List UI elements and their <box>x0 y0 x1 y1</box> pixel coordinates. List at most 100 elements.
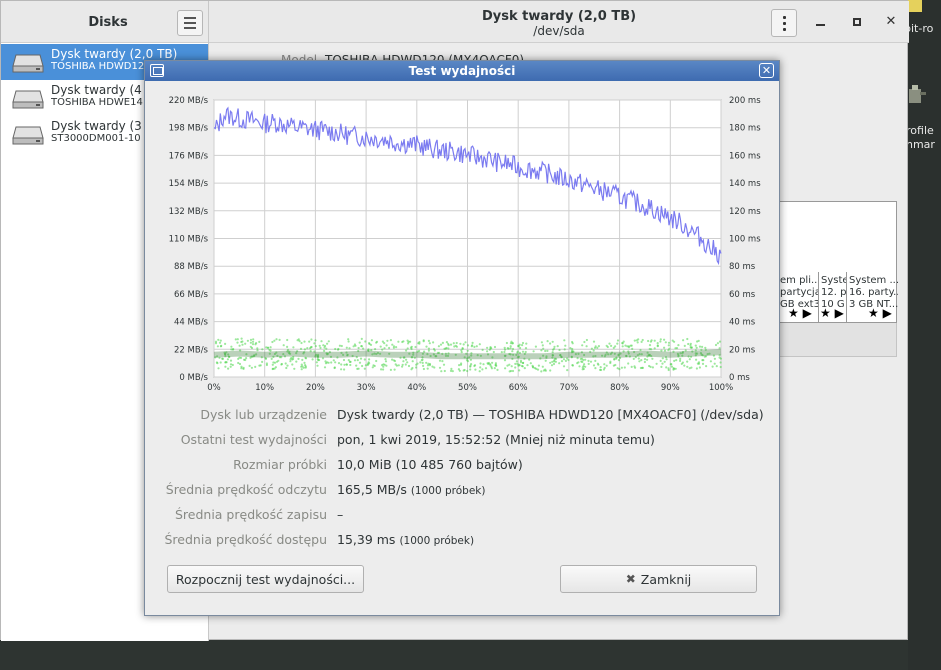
access-time-point <box>273 367 276 370</box>
access-time-point <box>503 359 507 362</box>
info-value-text: – <box>337 507 344 522</box>
y-right-tick-label: 80 ms <box>729 262 756 272</box>
access-time-point <box>491 361 494 364</box>
access-time-point <box>226 358 229 361</box>
dot-icon <box>782 15 786 19</box>
volume-state-icons: ★ ▶ <box>820 306 844 320</box>
close-dialog-button[interactable]: ✖ Zamknij <box>560 565 757 593</box>
start-benchmark-button[interactable]: Rozpocznij test wydajności... <box>167 565 364 593</box>
volume-line: partycja <box>780 287 818 298</box>
access-time-point <box>360 337 363 340</box>
access-time-point <box>562 365 566 368</box>
access-time-point <box>432 341 435 344</box>
access-time-point <box>616 342 619 345</box>
access-time-point <box>523 367 526 370</box>
access-time-point <box>381 348 384 351</box>
access-time-point <box>300 363 303 366</box>
access-time-point <box>558 362 561 365</box>
access-time-point <box>466 349 469 352</box>
access-time-point <box>718 340 722 343</box>
access-time-point <box>285 366 288 370</box>
access-time-point <box>667 341 671 344</box>
access-time-point <box>511 369 515 373</box>
access-time-point <box>541 365 544 368</box>
maximize-button[interactable] <box>850 15 864 29</box>
access-time-point <box>343 368 346 371</box>
access-time-point <box>224 361 227 364</box>
x-tick-label: 10% <box>255 383 274 393</box>
minimize-button[interactable] <box>813 15 827 29</box>
access-time-point <box>270 357 273 360</box>
access-time-point <box>345 346 348 349</box>
access-time-point <box>224 365 227 368</box>
access-time-point <box>493 367 496 370</box>
access-time-point <box>478 370 481 373</box>
access-time-point <box>627 346 631 349</box>
access-time-point <box>340 363 343 366</box>
access-time-point <box>324 344 327 348</box>
info-value: – <box>337 507 343 522</box>
access-time-point <box>246 339 249 342</box>
access-time-point <box>466 344 470 347</box>
y-right-tick-label: 140 ms <box>729 179 761 189</box>
access-time-point <box>663 346 666 349</box>
access-time-point <box>660 365 663 368</box>
close-button[interactable]: ✕ <box>884 15 898 29</box>
access-time-point <box>473 364 476 368</box>
access-time-point <box>544 349 547 353</box>
x-tick-label: 80% <box>610 383 629 393</box>
access-time-point <box>603 363 606 366</box>
access-time-point <box>388 346 391 350</box>
access-time-point <box>534 345 537 348</box>
access-time-point <box>234 338 237 341</box>
access-time-point <box>361 364 364 368</box>
sidebar-menu-button[interactable] <box>177 10 203 36</box>
button-label: Rozpocznij test wydajności... <box>175 571 356 587</box>
access-time-point <box>304 366 307 369</box>
access-time-point <box>690 346 694 349</box>
access-time-point <box>665 366 668 369</box>
access-time-point <box>452 342 455 345</box>
access-time-point <box>552 362 556 366</box>
access-time-point <box>219 339 222 342</box>
access-time-point <box>713 357 717 360</box>
access-time-point <box>295 360 298 363</box>
access-time-point <box>716 342 720 345</box>
access-time-point <box>216 362 219 365</box>
access-time-point <box>667 344 670 347</box>
y-left-tick-label: 22 MB/s <box>174 345 209 355</box>
access-time-point <box>536 368 540 371</box>
access-time-point <box>519 346 522 350</box>
access-time-point <box>612 364 615 367</box>
access-time-point <box>392 359 395 362</box>
access-time-point <box>683 344 686 347</box>
access-time-point <box>397 340 400 343</box>
access-time-point <box>248 364 251 367</box>
y-right-tick-label: 200 ms <box>729 96 761 106</box>
access-time-point <box>358 341 361 344</box>
access-time-point <box>409 340 412 343</box>
y-right-tick-label: 180 ms <box>729 124 761 134</box>
access-time-point <box>303 361 306 364</box>
y-left-tick-label: 198 MB/s <box>169 124 209 134</box>
access-time-point <box>473 345 476 348</box>
y-right-tick-label: 160 ms <box>729 151 761 161</box>
access-time-point <box>695 367 699 370</box>
access-time-point <box>275 338 278 341</box>
access-time-point <box>313 342 316 345</box>
access-time-point <box>589 360 593 363</box>
access-time-point <box>277 359 280 362</box>
access-time-point <box>325 347 328 350</box>
access-time-point <box>627 362 630 365</box>
drive-menu-button[interactable] <box>771 9 797 37</box>
dialog-close-button[interactable]: ✕ <box>759 63 774 78</box>
y-right-tick-label: 60 ms <box>729 290 756 300</box>
access-time-point <box>695 346 698 349</box>
access-time-point <box>532 350 535 353</box>
info-value: Dysk twardy (2,0 TB) — TOSHIBA HDWD120 [… <box>337 407 764 422</box>
access-time-point <box>447 342 450 345</box>
access-time-point <box>556 345 559 348</box>
access-time-point <box>227 367 230 370</box>
access-time-point <box>585 345 588 348</box>
access-time-point <box>506 364 509 367</box>
